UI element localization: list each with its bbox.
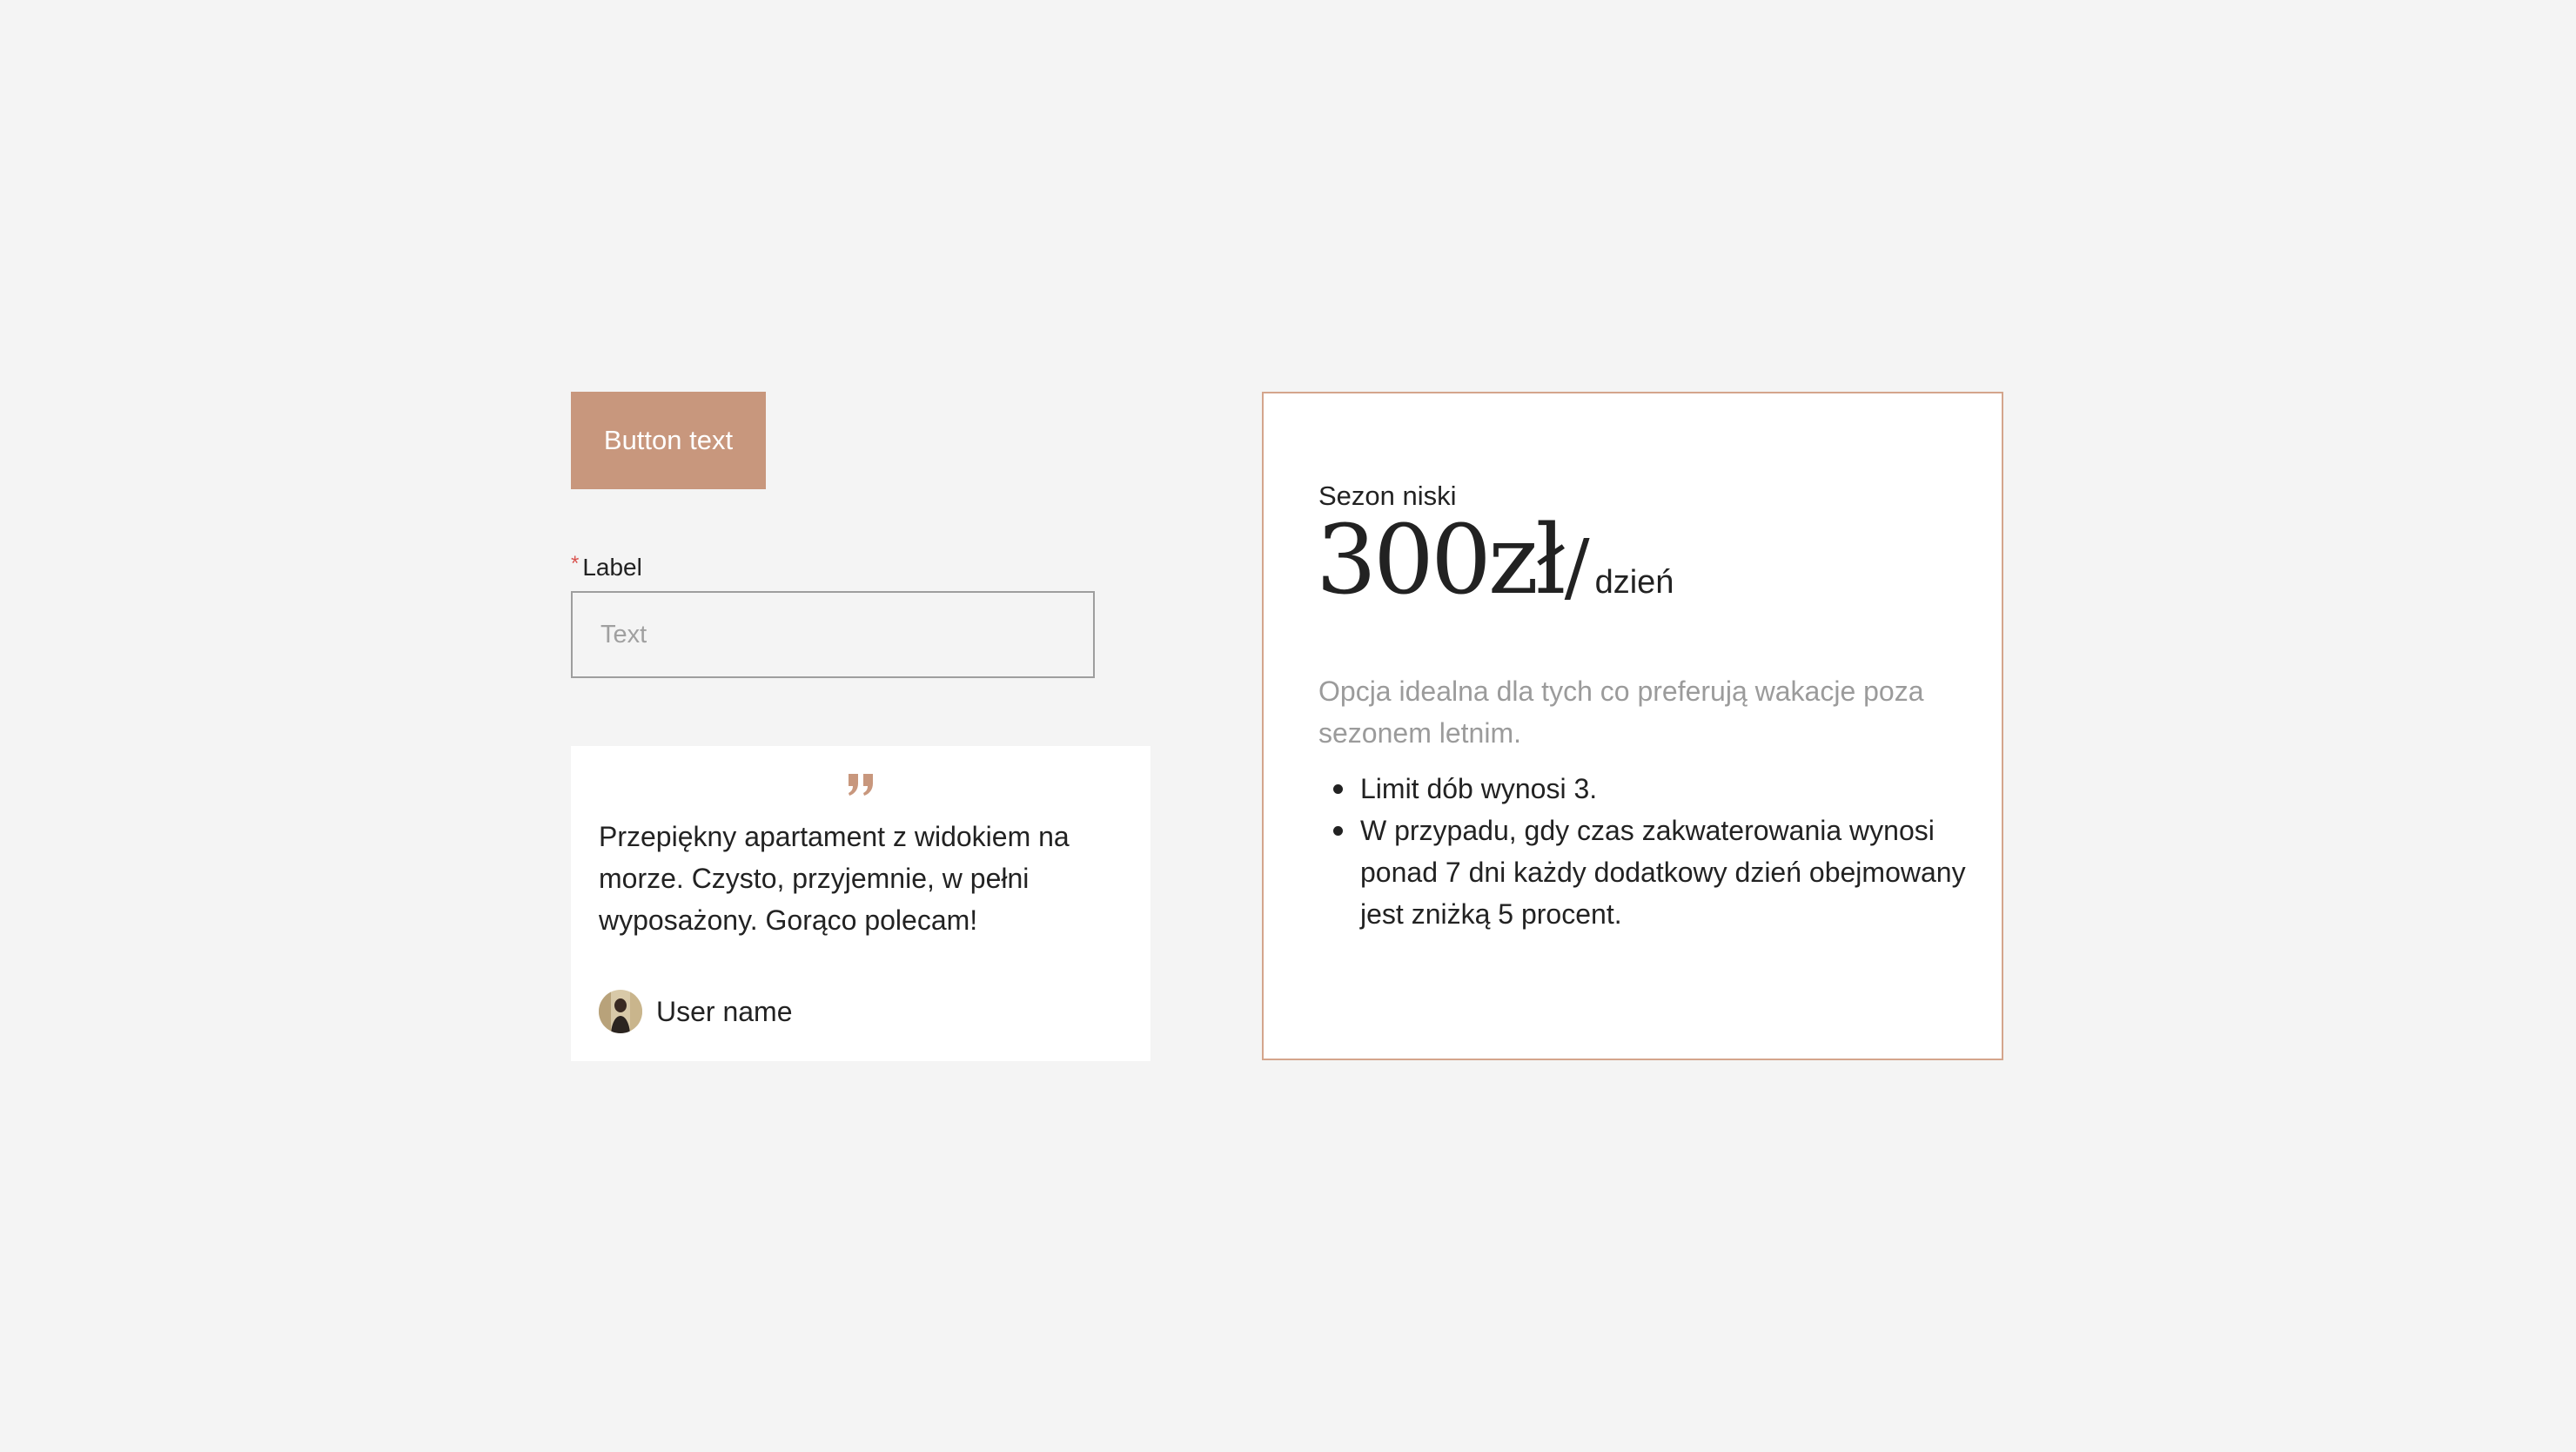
avatar — [599, 990, 642, 1033]
price-separator: / — [1564, 524, 1590, 611]
price-value: 300zł — [1316, 504, 1566, 615]
testimonial-card: Przepiękny apartament z widokiem na morz… — [571, 746, 1150, 1061]
primary-button[interactable]: Button text — [571, 392, 766, 489]
feature-item: W przypadu, gdy czas zakwaterowania wyno… — [1333, 810, 1996, 935]
text-input[interactable] — [571, 591, 1095, 678]
field-label: * Label — [571, 552, 642, 581]
user-name: User name — [656, 995, 793, 1027]
price-row: 300zł / dzień — [1316, 505, 1674, 615]
pricing-description: Opcja idealna dla tych co preferują waka… — [1318, 676, 1924, 749]
required-marker: * — [571, 552, 580, 575]
price-unit: dzień — [1594, 564, 1674, 601]
feature-item: Limit dób wynosi 3. — [1333, 768, 1996, 810]
closing-quote-icon — [849, 774, 873, 796]
feature-list: Limit dób wynosi 3. W przypadu, gdy czas… — [1318, 768, 1996, 935]
testimonial-author: User name — [599, 990, 793, 1033]
field-label-text: Label — [582, 554, 642, 581]
pricing-card: Sezon niski 300zł / dzień Opcja idealna … — [1262, 392, 2003, 1060]
testimonial-text: Przepiękny apartament z widokiem na morz… — [599, 821, 1070, 936]
